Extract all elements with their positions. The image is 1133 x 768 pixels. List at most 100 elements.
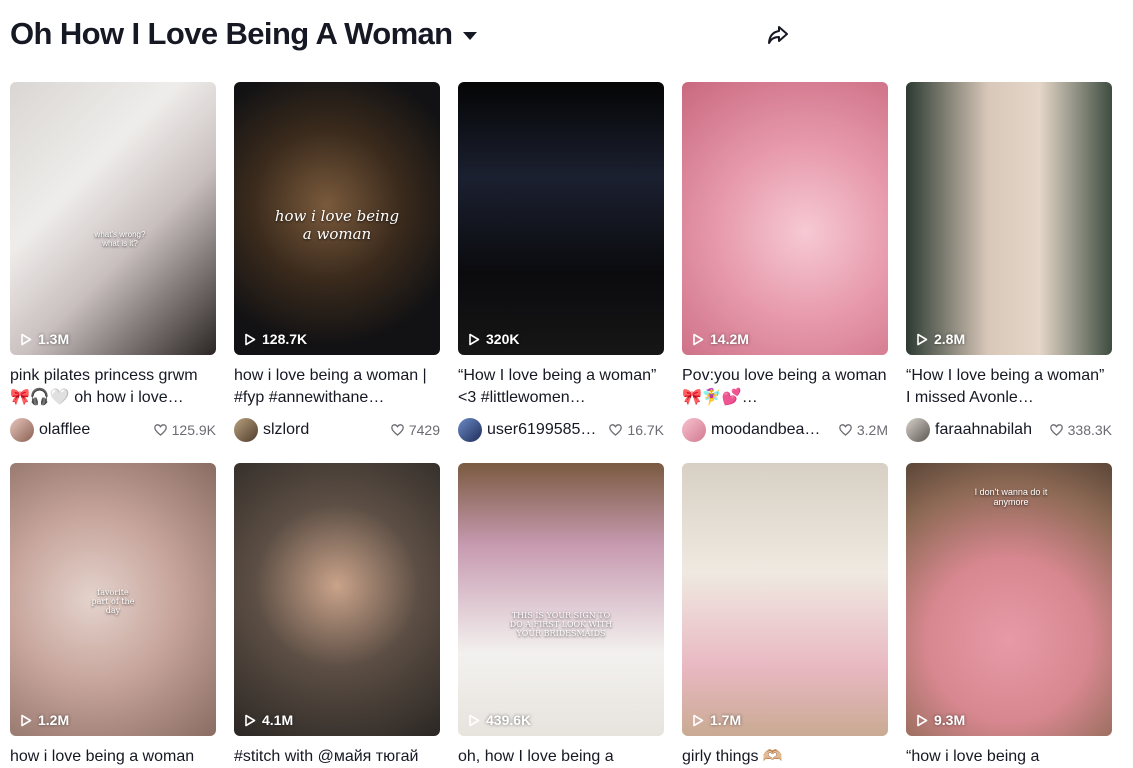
overlay-text: favorite part of the day xyxy=(91,588,135,615)
heart-icon xyxy=(839,424,852,436)
video-caption[interactable]: how i love being a woman | #fyp #annewit… xyxy=(234,365,440,409)
avatar[interactable] xyxy=(234,418,258,442)
play-icon xyxy=(917,333,928,345)
view-count-value: 439.6K xyxy=(486,712,532,728)
view-count: 128.7K xyxy=(244,331,307,347)
video-thumbnail[interactable]: favorite part of the day 1.2M xyxy=(10,463,216,736)
view-count: 1.7M xyxy=(692,712,741,728)
video-card[interactable]: how i love being a woman 128.7K how i lo… xyxy=(234,82,440,442)
like-count-value: 16.7K xyxy=(627,422,664,438)
video-card[interactable]: 2.8M “How I love being a woman” I missed… xyxy=(906,82,1112,442)
view-count-value: 1.7M xyxy=(710,712,742,728)
video-thumbnail[interactable]: 4.1M xyxy=(234,463,440,736)
overlay-text: I don't wanna do it anymore xyxy=(974,487,1048,507)
video-caption[interactable]: “How I love being a woman” <3 #littlewom… xyxy=(458,365,664,409)
page-title: Oh How I Love Being A Woman xyxy=(10,16,453,51)
video-thumbnail[interactable]: 1.7M xyxy=(682,463,888,736)
overlay-text: how i love being a woman xyxy=(274,207,400,243)
video-thumbnail[interactable]: 320K xyxy=(458,82,664,355)
view-count: 14.2M xyxy=(692,331,749,347)
play-icon xyxy=(917,714,928,726)
video-card[interactable]: 1.7M girly things 🫶🏼 xyxy=(682,463,888,768)
heart-icon xyxy=(1049,424,1063,436)
video-card[interactable]: favorite part of the day 1.2M how i love… xyxy=(10,463,216,768)
video-meta: user6199585… 16.7K xyxy=(458,418,664,442)
like-count: 3.2M xyxy=(839,422,888,438)
like-count: 125.9K xyxy=(153,422,216,438)
play-icon xyxy=(469,714,480,726)
video-thumbnail[interactable]: what's wrong? what is it? 1.3M xyxy=(10,82,216,355)
view-count-value: 14.2M xyxy=(710,331,749,347)
video-caption[interactable]: #stitch with @майя тюгай xyxy=(234,746,440,768)
username[interactable]: user6199585… xyxy=(487,421,603,439)
header: Oh How I Love Being A Woman xyxy=(10,14,1120,58)
view-count: 2.8M xyxy=(916,331,965,347)
view-count-value: 2.8M xyxy=(934,331,966,347)
heart-icon xyxy=(609,424,623,436)
like-count-value: 125.9K xyxy=(171,422,216,438)
view-count: 439.6K xyxy=(468,712,531,728)
overlay-text: THIS IS YOUR SIGN TO DO A FIRST LOOK WIT… xyxy=(509,611,613,638)
view-count: 1.3M xyxy=(20,331,69,347)
share-arrow-icon[interactable] xyxy=(765,22,791,48)
video-thumbnail[interactable]: 14.2M xyxy=(682,82,888,355)
like-count: 16.7K xyxy=(609,422,664,438)
video-caption[interactable]: oh, how I love being a xyxy=(458,746,664,768)
avatar[interactable] xyxy=(906,418,930,442)
play-icon xyxy=(21,333,32,345)
video-caption[interactable]: girly things 🫶🏼 xyxy=(682,746,888,768)
like-count-value: 3.2M xyxy=(856,422,888,438)
view-count: 4.1M xyxy=(244,712,293,728)
video-card[interactable]: I don't wanna do it anymore 9.3M “how i … xyxy=(906,463,1112,768)
username[interactable]: slzlord xyxy=(263,421,385,439)
username[interactable]: faraahnabilah xyxy=(935,421,1044,439)
play-icon xyxy=(21,714,32,726)
heart-icon xyxy=(390,424,404,436)
video-card[interactable]: what's wrong? what is it? 1.3M pink pila… xyxy=(10,82,216,442)
avatar[interactable] xyxy=(682,418,706,442)
title-dropdown[interactable]: Oh How I Love Being A Woman xyxy=(10,16,477,52)
avatar[interactable] xyxy=(10,418,34,442)
view-count-value: 1.3M xyxy=(38,331,70,347)
view-count-value: 320K xyxy=(486,331,520,347)
video-card[interactable]: 320K “How I love being a woman” <3 #litt… xyxy=(458,82,664,442)
play-icon xyxy=(469,333,480,345)
play-icon xyxy=(693,333,704,345)
caret-down-icon xyxy=(462,32,477,40)
heart-icon xyxy=(153,424,167,436)
video-card[interactable]: 4.1M #stitch with @майя тюгай xyxy=(234,463,440,768)
like-count-value: 338.3K xyxy=(1067,422,1112,438)
video-meta: moodandbea… 3.2M xyxy=(682,418,888,442)
view-count: 320K xyxy=(468,331,519,347)
video-caption[interactable]: “How I love being a woman” I missed Avon… xyxy=(906,365,1112,409)
video-caption[interactable]: pink pilates princess grwm 🎀🎧🤍 oh how i … xyxy=(10,365,216,409)
like-count-value: 7429 xyxy=(408,422,440,438)
video-card[interactable]: 14.2M Pov:you love being a woman 🎀🧚‍♀️💕…… xyxy=(682,82,888,442)
like-count: 338.3K xyxy=(1049,422,1112,438)
avatar[interactable] xyxy=(458,418,482,442)
like-count: 7429 xyxy=(390,422,440,438)
play-icon xyxy=(245,333,256,345)
video-meta: faraahnabilah 338.3K xyxy=(906,418,1112,442)
video-card[interactable]: THIS IS YOUR SIGN TO DO A FIRST LOOK WIT… xyxy=(458,463,664,768)
view-count: 9.3M xyxy=(916,712,965,728)
video-thumbnail[interactable]: how i love being a woman 128.7K xyxy=(234,82,440,355)
video-meta: slzlord 7429 xyxy=(234,418,440,442)
video-caption[interactable]: “how i love being a xyxy=(906,746,1112,768)
view-count-value: 9.3M xyxy=(934,712,966,728)
view-count-value: 4.1M xyxy=(262,712,294,728)
view-count-value: 1.2M xyxy=(38,712,70,728)
view-count: 1.2M xyxy=(20,712,69,728)
view-count-value: 128.7K xyxy=(262,331,308,347)
video-thumbnail[interactable]: I don't wanna do it anymore 9.3M xyxy=(906,463,1112,736)
play-icon xyxy=(693,714,704,726)
username[interactable]: moodandbea… xyxy=(711,421,833,439)
video-thumbnail[interactable]: THIS IS YOUR SIGN TO DO A FIRST LOOK WIT… xyxy=(458,463,664,736)
overlay-text: what's wrong? what is it? xyxy=(94,230,146,248)
play-icon xyxy=(245,714,256,726)
username[interactable]: olafflee xyxy=(39,421,148,439)
video-meta: olafflee 125.9K xyxy=(10,418,216,442)
video-caption[interactable]: Pov:you love being a woman 🎀🧚‍♀️💕… xyxy=(682,365,888,409)
video-thumbnail[interactable]: 2.8M xyxy=(906,82,1112,355)
video-caption[interactable]: how i love being a woman xyxy=(10,746,216,768)
